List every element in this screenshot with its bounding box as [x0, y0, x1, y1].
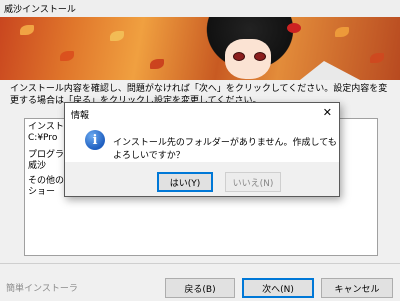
footer-divider — [0, 263, 400, 264]
window-title: 威沙インストール — [4, 5, 76, 15]
dialog-title: 情報 — [71, 111, 90, 121]
list-item: 威沙 — [28, 161, 47, 171]
next-button[interactable]: 次へ(N) — [242, 278, 314, 298]
leaf-decoration — [110, 31, 124, 41]
yes-button[interactable]: はい(Y) — [157, 172, 213, 192]
character-collar — [300, 61, 360, 80]
info-icon: i — [85, 130, 105, 150]
dialog-title-bar: 情報 ✕ — [65, 103, 339, 124]
banner-image — [0, 17, 400, 80]
cancel-button[interactable]: キャンセル — [321, 278, 393, 298]
info-dialog: 情報 ✕ i インストール先のフォルダーがありません。作成してもよろしいですか？… — [64, 102, 340, 197]
dialog-message: インストール先のフォルダーがありません。作成してもよろしいですか？ — [113, 138, 337, 161]
back-button[interactable]: 戻る(B) — [165, 278, 235, 298]
character-eye — [254, 52, 266, 61]
title-bar: 威沙インストール — [0, 0, 400, 17]
list-item: プログラ — [28, 150, 65, 160]
leaf-decoration — [335, 27, 349, 37]
close-icon[interactable]: ✕ — [323, 107, 332, 118]
leaf-decoration — [370, 53, 384, 63]
character-bow — [287, 23, 301, 33]
list-item: その他の — [28, 176, 65, 186]
leaf-decoration — [20, 25, 34, 35]
list-item: C:¥Pro — [28, 133, 58, 143]
easy-install-label: 簡単インストーラ — [6, 284, 78, 294]
list-item: ショー — [28, 187, 56, 197]
leaf-decoration — [150, 59, 164, 69]
no-button[interactable]: いいえ(N) — [225, 172, 281, 192]
character-eye — [233, 52, 245, 61]
leaf-decoration — [60, 51, 74, 61]
installer-window: 威沙インストール インストール内容を確認し、問題がなければ「次へ」をクリックして… — [0, 0, 400, 301]
